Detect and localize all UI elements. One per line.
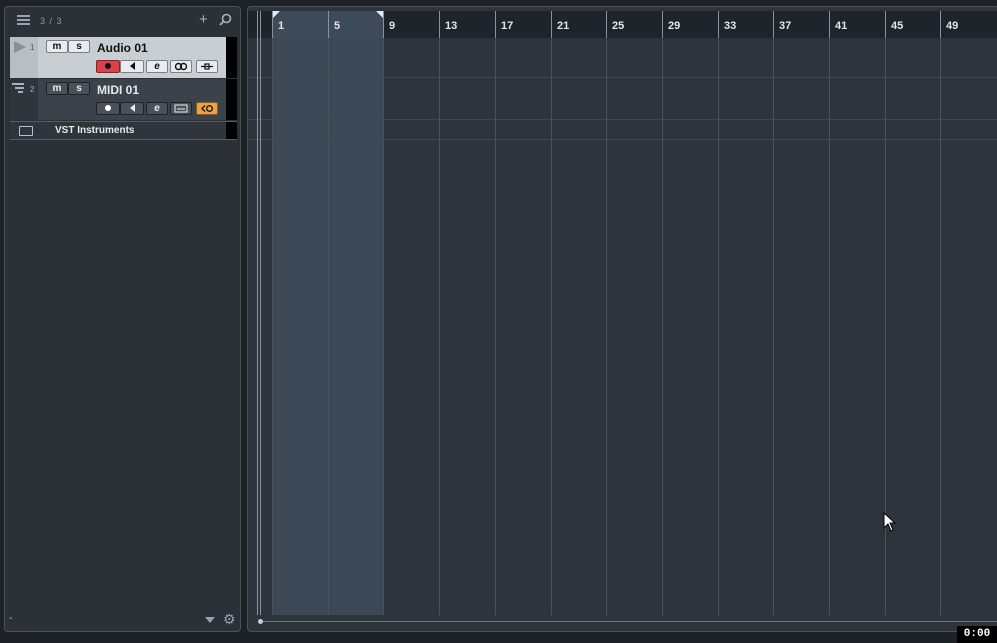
track-name[interactable]: Audio 01	[97, 41, 148, 55]
track-number: 1	[30, 43, 35, 52]
bar-gridline	[551, 11, 552, 615]
bar-gridline	[383, 11, 384, 615]
track-count: 3 / 3	[40, 16, 63, 26]
track-list-panel: 3 / 3 + 1 m s Audio 01 e 2 m s MIDI 01 e…	[4, 6, 241, 632]
ruler-tick	[773, 11, 774, 38]
track-audio[interactable]: 1 m s Audio 01 e	[10, 37, 237, 78]
lanes-icon	[201, 63, 213, 70]
track-list-toolbar: 3 / 3 +	[5, 7, 240, 35]
zoom-out-label[interactable]: -	[9, 613, 12, 624]
mute-button[interactable]: m	[46, 82, 68, 95]
lanes-button[interactable]	[196, 60, 218, 73]
ruler-tick	[551, 11, 552, 38]
ruler-tick	[606, 11, 607, 38]
keyboard-button[interactable]	[170, 102, 192, 115]
solo-button[interactable]: s	[68, 82, 90, 95]
bar-gridline	[495, 11, 496, 615]
search-icon[interactable]	[219, 13, 232, 26]
scroll-handle[interactable]	[258, 619, 263, 624]
mouse-pointer-icon	[883, 512, 897, 532]
bar-gridline	[662, 11, 663, 615]
record-icon	[105, 63, 111, 70]
project-start-line	[260, 11, 261, 615]
midi-input-button[interactable]	[196, 102, 218, 115]
bar-gridline	[940, 11, 941, 615]
bar-gridline	[773, 11, 774, 615]
mute-button[interactable]: m	[46, 40, 68, 53]
track-meter	[226, 122, 237, 139]
track-midi[interactable]: 2 m s MIDI 01 e	[10, 79, 237, 120]
ruler-tick	[272, 11, 273, 38]
ruler-bar-number: 9	[389, 20, 396, 32]
monitor-button[interactable]	[120, 102, 144, 115]
track-name[interactable]: MIDI 01	[97, 83, 139, 97]
add-track-button[interactable]: +	[199, 12, 208, 27]
bar-gridline	[328, 11, 329, 615]
bar-gridline	[439, 11, 440, 615]
left-locator-flag[interactable]	[272, 11, 280, 19]
bar-gridline	[718, 11, 719, 615]
folder-icon	[19, 126, 33, 136]
keyboard-icon	[174, 104, 188, 113]
solo-button[interactable]: s	[68, 40, 90, 53]
track-meter	[226, 37, 237, 78]
track-lane-divider	[248, 119, 997, 120]
ruler-tick	[940, 11, 941, 38]
ruler-bar-number: 1	[278, 20, 285, 32]
ruler-tick	[439, 11, 440, 38]
ruler-bar-number: 13	[445, 20, 458, 32]
midi-track-icon	[12, 83, 24, 93]
ruler-bar-number: 33	[724, 20, 737, 32]
track-number: 2	[30, 85, 35, 94]
track-meter	[226, 79, 237, 120]
horizontal-scrollbar[interactable]	[260, 621, 997, 622]
ruler-bar-number: 37	[779, 20, 792, 32]
bar-gridline	[272, 11, 273, 615]
project-start-line	[257, 11, 258, 615]
audio-track-icon	[14, 41, 26, 53]
ruler-tick	[495, 11, 496, 38]
ruler-tick	[829, 11, 830, 38]
track-list-footer: - ⚙	[5, 611, 240, 631]
speaker-icon	[129, 104, 135, 113]
ruler-bar-number: 49	[946, 20, 959, 32]
ruler-bar-number: 29	[668, 20, 681, 32]
edit-channel-button[interactable]: e	[146, 102, 168, 115]
track-list-menu-icon[interactable]	[17, 15, 30, 26]
ruler-bar-number: 41	[835, 20, 848, 32]
bar-gridline	[829, 11, 830, 615]
ruler-tick	[328, 11, 329, 38]
ruler-tick	[885, 11, 886, 38]
edit-channel-button[interactable]: e	[146, 60, 168, 73]
read-write-automation-button[interactable]	[170, 60, 192, 73]
record-icon	[105, 105, 111, 112]
chevron-down-icon[interactable]	[205, 617, 215, 623]
speaker-icon	[129, 62, 135, 71]
midi-input-icon	[201, 105, 213, 112]
bar-gridline	[606, 11, 607, 615]
ruler-bar-number: 21	[557, 20, 570, 32]
gear-icon[interactable]: ⚙	[223, 612, 236, 626]
record-enable-button[interactable]	[96, 102, 120, 115]
track-folder[interactable]: VST Instruments	[10, 121, 237, 140]
monitor-button[interactable]	[120, 60, 144, 73]
ruler-tick	[383, 11, 384, 38]
ruler-bar-number: 17	[501, 20, 514, 32]
track-lane-divider	[248, 77, 997, 78]
event-display[interactable]: 1 5 9 13 17 21 25 29 33 37 41 45 49	[247, 6, 997, 632]
ruler-bar-number: 45	[891, 20, 904, 32]
ruler-tick	[662, 11, 663, 38]
track-lane-divider	[248, 139, 997, 140]
ruler-bar-number: 5	[334, 20, 341, 32]
link-icon	[174, 62, 188, 71]
timer-display: 0:00	[957, 626, 997, 643]
ruler-bar-number: 25	[612, 20, 625, 32]
ruler-tick	[718, 11, 719, 38]
record-enable-button[interactable]	[96, 60, 120, 73]
folder-name[interactable]: VST Instruments	[55, 125, 134, 136]
